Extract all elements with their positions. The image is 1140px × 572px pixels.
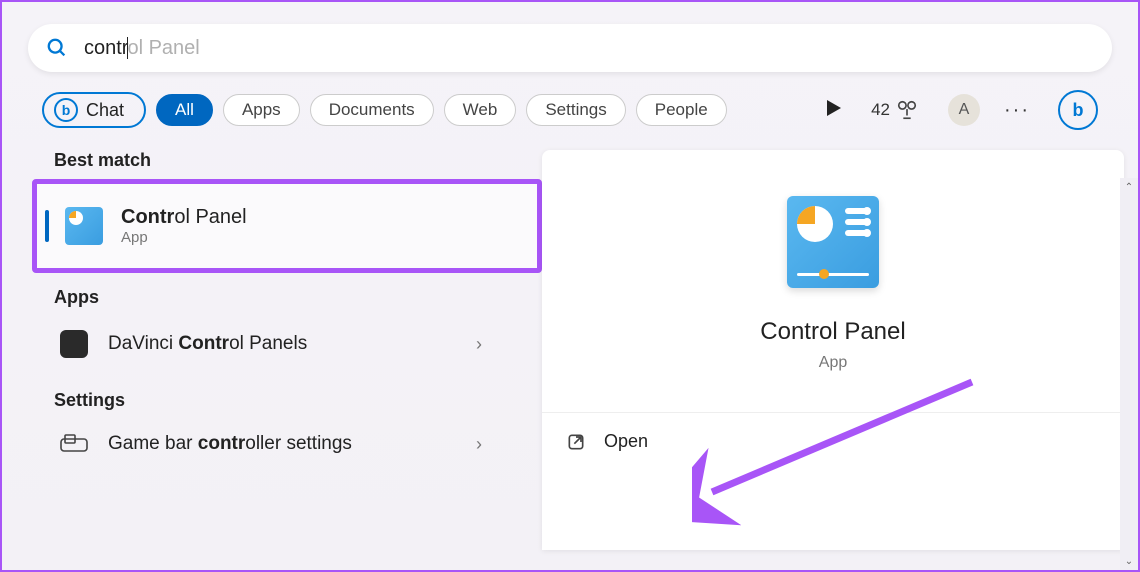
chevron-right-icon: ›: [476, 334, 482, 355]
search-input[interactable]: control Panel: [84, 37, 1094, 60]
bing-icon: b: [54, 98, 78, 122]
search-icon: [46, 37, 68, 59]
best-match-result[interactable]: Control Panel App: [37, 184, 537, 268]
results-left-column: Best match Control Panel App Apps DaVinc…: [2, 150, 542, 469]
details-title: Control Panel: [760, 318, 905, 346]
more-icon[interactable]: ···: [996, 99, 1038, 122]
open-button[interactable]: Open: [542, 412, 1124, 470]
control-panel-icon-large: [787, 196, 879, 288]
davinci-icon: [60, 330, 88, 358]
rewards-count: 42: [871, 100, 890, 120]
details-panel: Control Panel App Open: [542, 150, 1124, 550]
filter-web[interactable]: Web: [444, 94, 517, 126]
avatar[interactable]: A: [948, 94, 980, 126]
settings-result-gamebar[interactable]: Game bar controller settings ›: [32, 419, 542, 469]
chat-label: Chat: [86, 100, 124, 121]
selection-indicator: [45, 210, 49, 242]
best-match-section-title: Best match: [32, 150, 542, 171]
details-subtitle: App: [819, 354, 847, 372]
filter-documents[interactable]: Documents: [310, 94, 434, 126]
scroll-down-icon[interactable]: ⌄: [1120, 552, 1138, 570]
apps-result-davinci[interactable]: DaVinci Control Panels ›: [32, 316, 542, 372]
annotation-highlight-box: Control Panel App: [32, 179, 542, 273]
bing-button[interactable]: b: [1058, 90, 1098, 130]
control-panel-icon: [65, 207, 103, 245]
settings-section-title: Settings: [32, 390, 542, 411]
scroll-up-icon[interactable]: ⌃: [1120, 178, 1138, 196]
filter-people[interactable]: People: [636, 94, 727, 126]
best-match-title: Control Panel: [121, 206, 247, 229]
filter-row: b Chat All Apps Documents Web Settings P…: [2, 90, 1138, 130]
open-external-icon: [566, 432, 586, 452]
filter-apps[interactable]: Apps: [223, 94, 300, 126]
chevron-right-icon: ›: [476, 434, 482, 455]
gamebar-icon: [60, 434, 88, 454]
play-icon[interactable]: [827, 100, 841, 121]
apps-result-text: DaVinci Control Panels: [108, 333, 307, 355]
trophy-icon: [896, 99, 918, 121]
chat-filter-button[interactable]: b Chat: [42, 92, 146, 128]
search-bar[interactable]: control Panel: [28, 24, 1112, 72]
search-autocomplete-hint: ol Panel: [127, 37, 199, 59]
filter-settings[interactable]: Settings: [526, 94, 625, 126]
rewards-badge[interactable]: 42: [871, 99, 918, 121]
open-label: Open: [604, 431, 648, 452]
settings-result-text: Game bar controller settings: [108, 433, 352, 455]
apps-section-title: Apps: [32, 287, 542, 308]
filter-all[interactable]: All: [156, 94, 213, 126]
search-typed-text: contr: [84, 37, 128, 59]
scrollbar[interactable]: ⌃ ⌄: [1120, 178, 1138, 570]
best-match-subtitle: App: [121, 229, 247, 246]
